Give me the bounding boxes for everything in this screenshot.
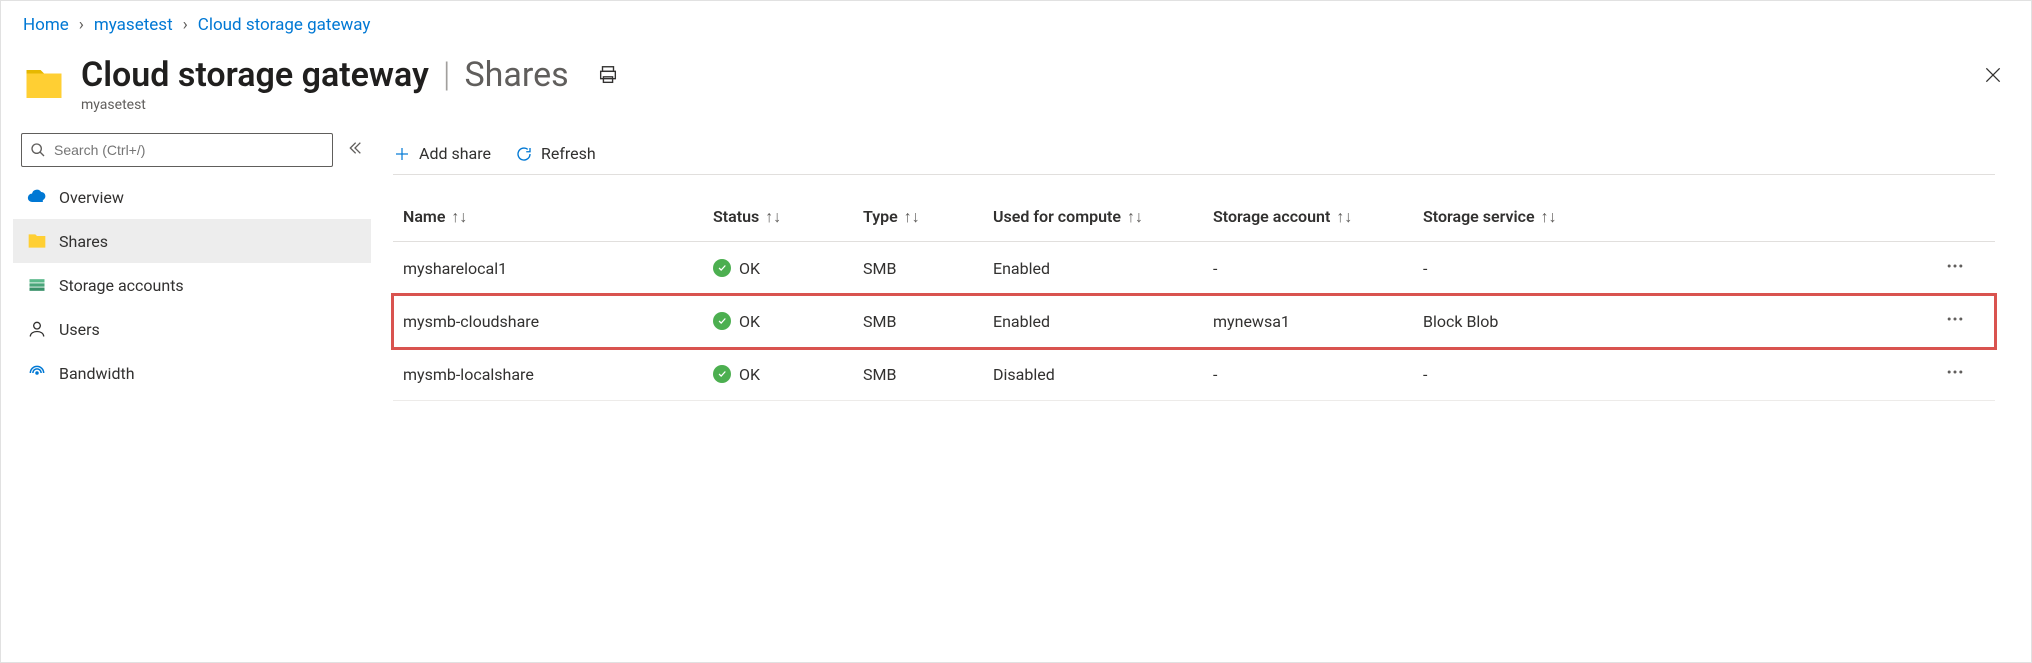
sidebar-item-shares[interactable]: Shares — [13, 219, 371, 263]
cell-type: SMB — [853, 295, 983, 348]
refresh-icon — [515, 145, 533, 163]
refresh-button[interactable]: Refresh — [515, 144, 596, 163]
cell-status: OK — [703, 295, 853, 348]
sort-icon: ↑↓ — [904, 207, 920, 226]
plus-icon — [393, 145, 411, 163]
sidebar-item-label: Storage accounts — [59, 276, 184, 295]
page-header: Cloud storage gateway | Shares myasetest — [1, 49, 2031, 113]
cell-service: Block Blob — [1413, 295, 1935, 348]
cell-service: - — [1413, 242, 1935, 295]
sidebar-item-bandwidth[interactable]: Bandwidth — [13, 351, 371, 395]
sidebar: Overview Shares Storage accounts Users B — [1, 133, 371, 401]
table-row[interactable]: mysharelocal1OKSMBEnabled-- — [393, 242, 1995, 295]
table-row[interactable]: mysmb-cloudshareOKSMBEnabledmynewsa1Bloc… — [393, 295, 1995, 348]
cell-actions — [1935, 242, 1995, 295]
sidebar-item-label: Shares — [59, 232, 108, 251]
cell-name[interactable]: mysmb-cloudshare — [393, 295, 703, 348]
more-button[interactable] — [1945, 261, 1965, 280]
cell-status: OK — [703, 348, 853, 401]
more-button[interactable] — [1945, 367, 1965, 386]
sort-icon: ↑↓ — [451, 207, 467, 226]
chevron-right-icon: › — [79, 15, 84, 35]
button-label: Add share — [419, 144, 491, 163]
col-service[interactable]: Storage service↑↓ — [1413, 193, 1935, 242]
table-row[interactable]: mysmb-localshareOKSMBDisabled-- — [393, 348, 1995, 401]
ok-icon — [713, 259, 731, 277]
title-separator: | — [443, 55, 451, 95]
col-type[interactable]: Type↑↓ — [853, 193, 983, 242]
page-section: Shares — [464, 55, 568, 95]
cell-account: - — [1203, 242, 1413, 295]
sidebar-item-label: Overview — [59, 188, 124, 207]
sort-icon: ↑↓ — [1127, 207, 1143, 226]
shares-table: Name↑↓ Status↑↓ Type↑↓ Used for compute↑… — [393, 193, 1995, 401]
toolbar: Add share Refresh — [393, 133, 1995, 175]
col-name[interactable]: Name↑↓ — [393, 193, 703, 242]
search-icon — [30, 142, 46, 158]
breadcrumb: Home › myasetest › Cloud storage gateway — [1, 1, 2031, 49]
cloud-icon — [27, 187, 47, 207]
user-icon — [27, 319, 47, 339]
cell-actions — [1935, 295, 1995, 348]
breadcrumb-resource[interactable]: myasetest — [94, 15, 173, 35]
close-button[interactable] — [1983, 65, 2003, 89]
button-label: Refresh — [541, 144, 596, 163]
cell-actions — [1935, 348, 1995, 401]
ok-icon — [713, 312, 731, 330]
resource-name: myasetest — [81, 97, 619, 113]
cell-compute: Enabled — [983, 295, 1203, 348]
page-title: Cloud storage gateway — [81, 55, 429, 95]
cell-type: SMB — [853, 348, 983, 401]
cell-compute: Disabled — [983, 348, 1203, 401]
ok-icon — [713, 365, 731, 383]
search-field[interactable] — [54, 142, 324, 158]
col-account[interactable]: Storage account↑↓ — [1203, 193, 1413, 242]
folder-icon — [23, 63, 65, 105]
sidebar-item-users[interactable]: Users — [13, 307, 371, 351]
sort-icon: ↑↓ — [1541, 207, 1557, 226]
sort-icon: ↑↓ — [1336, 207, 1352, 226]
sidebar-item-label: Users — [59, 320, 100, 339]
main-content: Add share Refresh Name↑↓ Status↑↓ Type↑↓… — [371, 133, 2031, 401]
more-button[interactable] — [1945, 314, 1965, 333]
collapse-sidebar-button[interactable] — [347, 140, 363, 160]
breadcrumb-page[interactable]: Cloud storage gateway — [198, 15, 371, 35]
add-share-button[interactable]: Add share — [393, 144, 491, 163]
cell-service: - — [1413, 348, 1935, 401]
cell-name[interactable]: mysharelocal1 — [393, 242, 703, 295]
print-icon[interactable] — [597, 64, 619, 86]
search-input[interactable] — [21, 133, 333, 167]
cell-compute: Enabled — [983, 242, 1203, 295]
col-status[interactable]: Status↑↓ — [703, 193, 853, 242]
cell-type: SMB — [853, 242, 983, 295]
col-actions — [1935, 193, 1995, 242]
sidebar-item-storage-accounts[interactable]: Storage accounts — [13, 263, 371, 307]
sidebar-item-label: Bandwidth — [59, 364, 135, 383]
sidebar-item-overview[interactable]: Overview — [13, 175, 371, 219]
sort-icon: ↑↓ — [765, 207, 781, 226]
cell-status: OK — [703, 242, 853, 295]
chevron-right-icon: › — [183, 15, 188, 35]
col-compute[interactable]: Used for compute↑↓ — [983, 193, 1203, 242]
cell-account: mynewsa1 — [1203, 295, 1413, 348]
bandwidth-icon — [27, 363, 47, 383]
folder-icon — [27, 231, 47, 251]
storage-icon — [27, 275, 47, 295]
breadcrumb-home[interactable]: Home — [23, 15, 69, 35]
cell-account: - — [1203, 348, 1413, 401]
cell-name[interactable]: mysmb-localshare — [393, 348, 703, 401]
